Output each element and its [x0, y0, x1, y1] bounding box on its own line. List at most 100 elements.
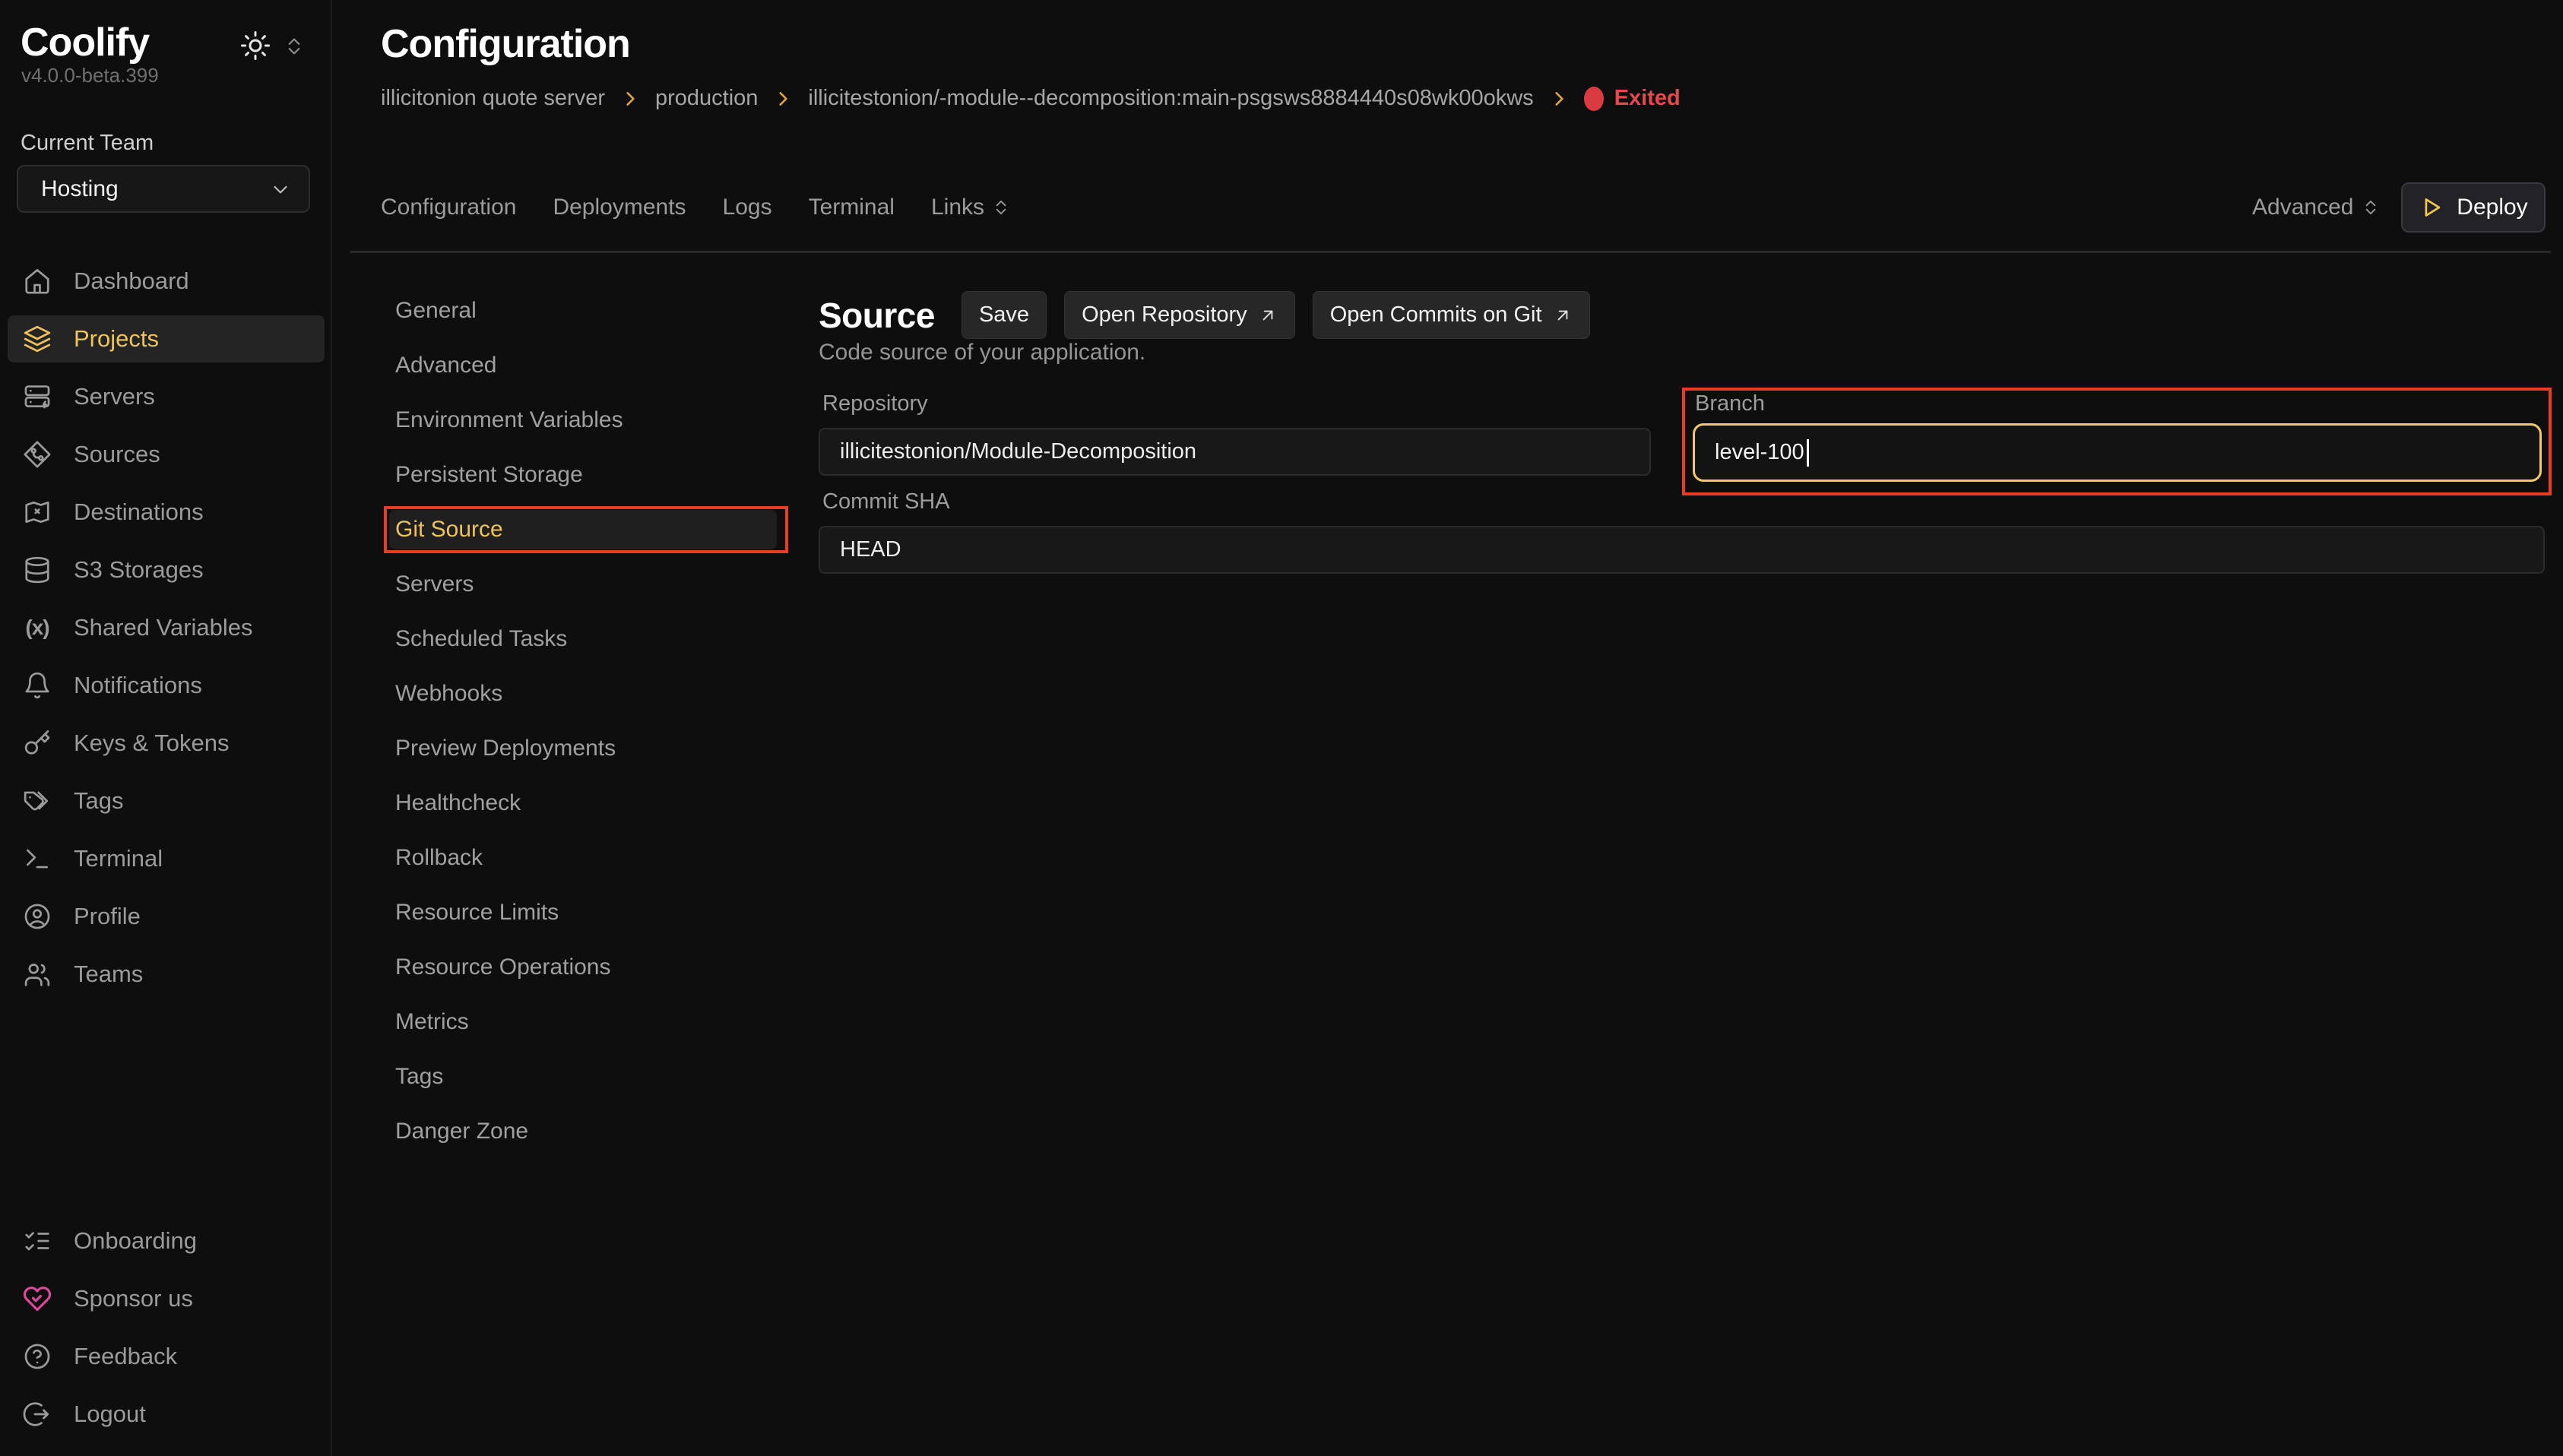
tab-terminal[interactable]: Terminal: [809, 195, 895, 220]
chevron-right-icon: [620, 89, 640, 109]
source-description: Code source of your application.: [819, 340, 1145, 366]
sun-icon: [239, 30, 271, 62]
subnav-item-webhooks[interactable]: Webhooks: [382, 666, 790, 721]
deploy-button[interactable]: Deploy: [2401, 182, 2546, 233]
app-logo[interactable]: Coolify: [21, 20, 149, 65]
sidebar-item-profile[interactable]: Profile: [0, 888, 332, 945]
status-dot-icon: [1584, 87, 1604, 111]
sidebar-item-keys-tokens[interactable]: Keys & Tokens: [0, 714, 332, 772]
sidebar-item-tags[interactable]: Tags: [0, 772, 332, 830]
user-circle-icon: [23, 902, 52, 931]
layers-icon: [23, 324, 52, 353]
sidebar-item-teams[interactable]: Teams: [0, 945, 332, 1003]
sidebar-nav: Dashboard Projects Servers Sources Desti…: [0, 252, 332, 1003]
sidebar-item-s3-storages[interactable]: S3 Storages: [0, 541, 332, 599]
source-section-title: Source: [819, 295, 935, 336]
subnav-item-environment-variables[interactable]: Environment Variables: [382, 393, 790, 448]
branch-label: Branch: [1695, 391, 1765, 416]
chevron-down-icon: [269, 178, 292, 201]
breadcrumb-application[interactable]: illicitestonion/-module--decomposition:m…: [808, 86, 1533, 111]
subnav-item-healthcheck[interactable]: Healthcheck: [382, 776, 790, 831]
home-icon: [23, 267, 52, 296]
current-team-label: Current Team: [21, 131, 154, 156]
chevrons-up-down-icon: [991, 198, 1011, 217]
team-select-value: Hosting: [41, 176, 119, 202]
checklist-icon: [23, 1227, 52, 1255]
sidebar-item-terminal[interactable]: Terminal: [0, 830, 332, 888]
sidebar-item-logout[interactable]: Logout: [0, 1385, 332, 1443]
logout-icon: [23, 1400, 52, 1429]
chevrons-up-down-icon: [2361, 198, 2381, 217]
page-title: Configuration: [381, 21, 630, 67]
sidebar-footer-nav: Onboarding Sponsor us Feedback Logout: [0, 1212, 332, 1443]
users-icon: [23, 960, 52, 989]
external-link-icon: [1258, 305, 1278, 325]
subnav-item-general[interactable]: General: [382, 283, 790, 338]
sidebar-item-servers[interactable]: Servers: [0, 368, 332, 426]
status-text: Exited: [1614, 86, 1681, 111]
sidebar-item-notifications[interactable]: Notifications: [0, 657, 332, 714]
app-version: v4.0.0-beta.399: [21, 64, 159, 87]
chevron-right-icon: [773, 89, 793, 109]
subnav-item-danger-zone[interactable]: Danger Zone: [382, 1104, 790, 1159]
subnav-item-persistent-storage[interactable]: Persistent Storage: [382, 448, 790, 502]
chevrons-up-down-icon: [283, 35, 306, 58]
terminal-icon: [23, 844, 52, 873]
main-content: Configuration illicitonion quote server …: [332, 0, 2563, 1456]
breadcrumb-project[interactable]: illicitonion quote server: [381, 86, 605, 111]
tab-logs[interactable]: Logs: [723, 195, 772, 220]
subnav-item-servers[interactable]: Servers: [382, 557, 790, 612]
source-header-row: Source Save Open Repository Open Commits…: [819, 291, 1590, 339]
key-icon: [23, 729, 52, 758]
commit-sha-input[interactable]: [819, 526, 2545, 574]
external-link-icon: [1553, 305, 1573, 325]
theme-toggle-button[interactable]: [239, 29, 272, 62]
subnav-item-metrics[interactable]: Metrics: [382, 995, 790, 1049]
sidebar: Coolify v4.0.0-beta.399 Current Team Hos…: [0, 0, 332, 1456]
repository-label: Repository: [822, 391, 928, 416]
tags-icon: [23, 787, 52, 815]
open-repository-button[interactable]: Open Repository: [1064, 291, 1295, 339]
sidebar-item-dashboard[interactable]: Dashboard: [0, 252, 332, 310]
subnav-item-scheduled-tasks[interactable]: Scheduled Tasks: [382, 612, 790, 666]
map-icon: [23, 498, 52, 527]
commit-sha-label: Commit SHA: [822, 489, 950, 514]
help-circle-icon: [23, 1342, 52, 1371]
sidebar-item-projects[interactable]: Projects: [8, 315, 325, 362]
subnav-item-preview-deployments[interactable]: Preview Deployments: [382, 721, 790, 776]
subnav-item-git-source[interactable]: Git Source: [389, 510, 777, 549]
branch-input[interactable]: level-100: [1693, 423, 2542, 482]
sidebar-item-sources[interactable]: Sources: [0, 426, 332, 483]
database-icon: [23, 555, 52, 584]
heart-hands-icon: [23, 1284, 52, 1313]
text-cursor: [1807, 439, 1809, 467]
repository-input[interactable]: [819, 428, 1651, 476]
divider: [350, 251, 2551, 253]
tab-links[interactable]: Links: [931, 195, 1011, 220]
sidebar-item-shared-variables[interactable]: (x) Shared Variables: [0, 599, 332, 657]
save-button[interactable]: Save: [962, 291, 1047, 339]
bell-icon: [23, 671, 52, 700]
subnav-item-rollback[interactable]: Rollback: [382, 831, 790, 885]
play-icon: [2419, 195, 2444, 220]
tab-bar: Configuration Deployments Logs Terminal …: [381, 186, 1011, 229]
sidebar-item-sponsor-us[interactable]: Sponsor us: [0, 1270, 332, 1328]
subnav-item-tags[interactable]: Tags: [382, 1049, 790, 1104]
open-commits-button[interactable]: Open Commits on Git: [1313, 291, 1590, 339]
breadcrumb: illicitonion quote server production ill…: [381, 86, 1681, 111]
sidebar-collapse-control[interactable]: [281, 33, 307, 59]
subnav-item-resource-operations[interactable]: Resource Operations: [382, 940, 790, 995]
sidebar-item-feedback[interactable]: Feedback: [0, 1328, 332, 1385]
variables-icon: (x): [23, 613, 52, 642]
tab-deployments[interactable]: Deployments: [553, 195, 686, 220]
tab-configuration[interactable]: Configuration: [381, 195, 516, 220]
subnav-item-advanced[interactable]: Advanced: [382, 338, 790, 393]
sidebar-item-onboarding[interactable]: Onboarding: [0, 1212, 332, 1270]
breadcrumb-environment[interactable]: production: [655, 86, 758, 111]
advanced-dropdown[interactable]: Advanced: [2252, 186, 2381, 229]
sidebar-item-destinations[interactable]: Destinations: [0, 483, 332, 541]
subnav-item-resource-limits[interactable]: Resource Limits: [382, 885, 790, 940]
chevron-right-icon: [1549, 89, 1569, 109]
team-select[interactable]: Hosting: [17, 165, 310, 213]
git-source-icon: [23, 440, 52, 469]
